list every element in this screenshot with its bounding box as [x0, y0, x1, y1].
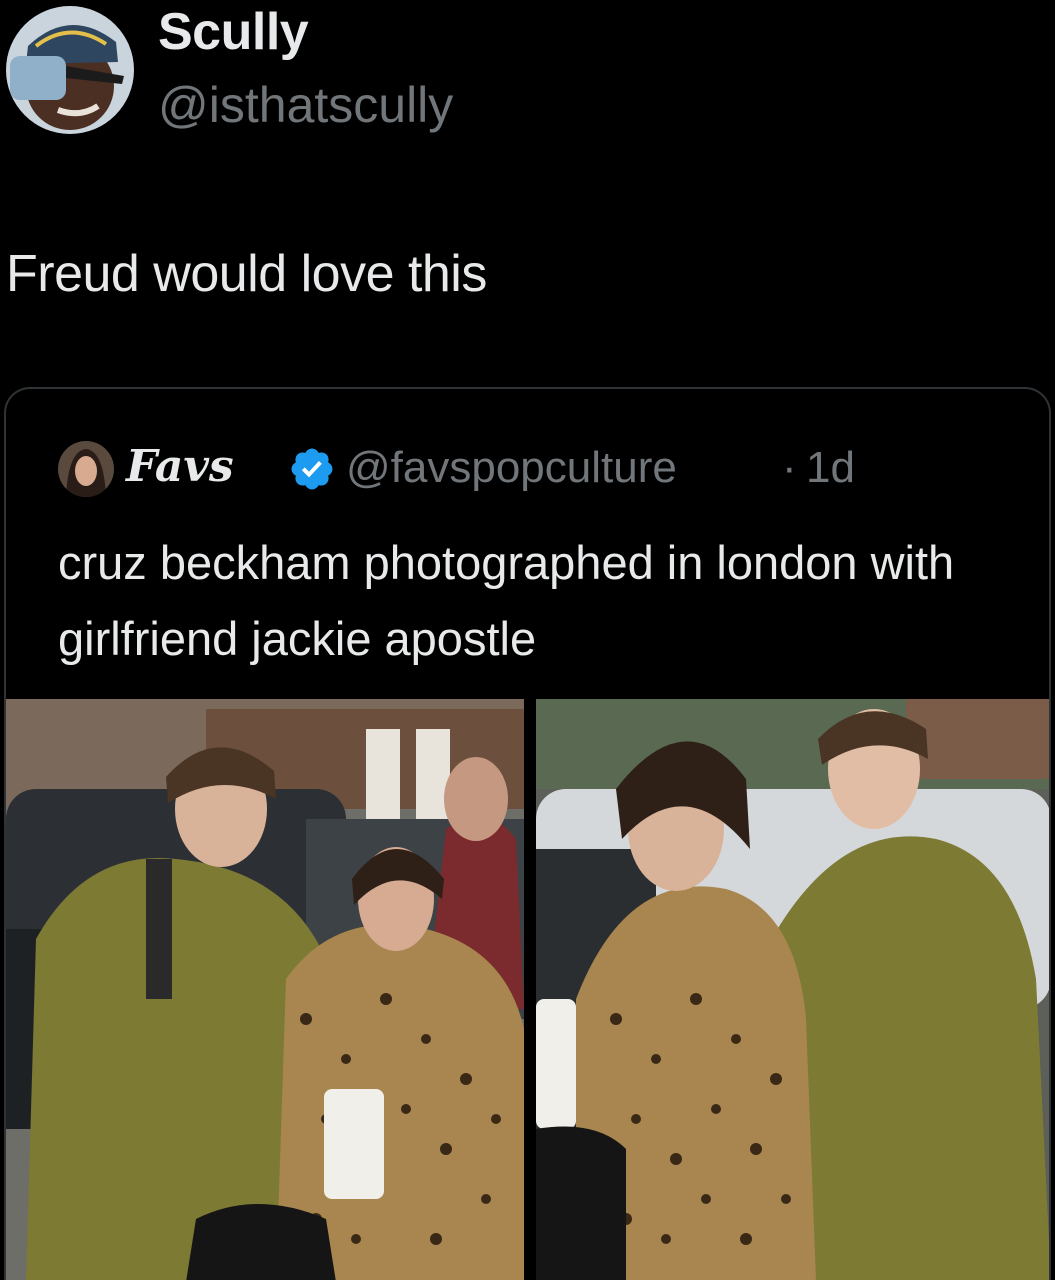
quoted-timestamp[interactable]: 1d [806, 443, 855, 493]
quoted-tweet-card[interactable]: Favs @favspopculture · 1d cruz beckham p… [4, 387, 1051, 1280]
verified-badge-icon [288, 445, 336, 493]
tweet-text: Freud would love this [6, 245, 487, 303]
photo-jackie-and-cruz-closeup-icon [536, 699, 1049, 1280]
photo-jackie-and-cruz-closeup[interactable] [536, 699, 1049, 1280]
author-avatar[interactable] [6, 6, 134, 134]
quoted-author-name[interactable]: Favs [126, 441, 234, 492]
photo-cruz-and-jackie-walking[interactable] [6, 699, 524, 1280]
quoted-tweet-text: cruz beckham photographed in london with… [58, 536, 955, 665]
quoted-author-avatar[interactable] [58, 441, 114, 497]
author-display-name[interactable]: Scully [158, 2, 309, 62]
author-handle[interactable]: @isthatscully [158, 76, 453, 134]
avatar-image [6, 6, 134, 134]
quoted-avatar-image [58, 441, 114, 497]
separator-dot: · [782, 443, 797, 492]
tweet-header: Scully @isthatscully [0, 0, 1055, 150]
quoted-author-handle[interactable]: @favspopculture [346, 443, 677, 493]
photo-cruz-and-jackie-walking-icon [6, 699, 524, 1280]
